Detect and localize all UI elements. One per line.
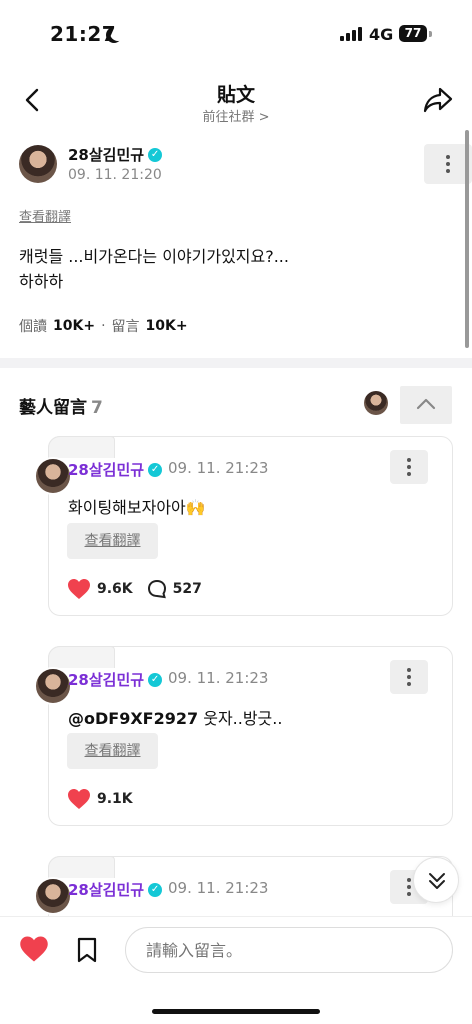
comment-author-name: 28살김민규 xyxy=(68,671,145,689)
more-icon xyxy=(407,878,411,882)
post-body: 캐럿들 ...비가온다는 이야기가있지요?... 하하하 xyxy=(19,247,289,291)
collapse-button[interactable] xyxy=(400,386,452,424)
verified-icon: ✓ xyxy=(148,672,163,687)
comment-card-tab xyxy=(48,856,115,878)
comment-input[interactable] xyxy=(125,927,453,973)
status-bar: 21:27 4G 77 xyxy=(0,0,472,64)
artist-avatar[interactable] xyxy=(364,391,388,415)
chevron-up-icon xyxy=(416,398,436,410)
comment-stats: 9.6K 527 xyxy=(67,578,202,600)
go-to-community-link[interactable]: 前往社群 > xyxy=(0,106,472,125)
chevron-down-icon xyxy=(429,873,445,889)
verified-icon: ✓ xyxy=(148,882,163,897)
avatar[interactable] xyxy=(34,667,72,705)
post-stats: 個讀 10K+ · 留言 10K+ xyxy=(19,316,188,336)
more-icon xyxy=(407,458,411,462)
translate-button[interactable]: 查看翻譯 xyxy=(67,523,158,559)
comment-author-name: 28살김민규 xyxy=(68,461,145,479)
comment-author-name: 28살김민규 xyxy=(68,881,145,899)
more-icon xyxy=(407,668,411,672)
verified-icon: ✓ xyxy=(148,462,163,477)
comment-stats: 9.1K xyxy=(67,788,133,810)
comments-count: 10K+ xyxy=(145,318,188,334)
bookmark-icon xyxy=(77,937,97,963)
home-indicator[interactable] xyxy=(152,1009,320,1014)
comment-timestamp: 09. 11. 21:23 xyxy=(168,879,269,897)
comment-card-tab xyxy=(48,646,115,668)
like-button[interactable] xyxy=(19,935,49,963)
signal-icon xyxy=(340,27,362,41)
scrollbar[interactable] xyxy=(465,130,469,348)
divider xyxy=(0,358,472,368)
network-type: 4G xyxy=(369,25,394,44)
like-count: 9.1K xyxy=(97,791,133,807)
post-timestamp: 09. 11. 21:20 xyxy=(68,167,162,183)
comment-author[interactable]: 28살김민규 ✓ xyxy=(68,459,163,480)
views-count: 10K+ xyxy=(53,318,96,334)
section-title-text: 藝人留言 xyxy=(19,398,87,418)
comment-more-button[interactable] xyxy=(390,450,428,484)
comment-text: 화이팅해보자아아🙌 xyxy=(68,498,206,517)
heart-icon xyxy=(20,936,48,962)
mention[interactable]: @oDF9XF2927 xyxy=(68,709,198,728)
comment-text-body: 웃자..방긋.. xyxy=(198,709,283,728)
comment-text: @oDF9XF2927 웃자..방긋.. xyxy=(68,705,282,729)
comment-author[interactable]: 28살김민규 ✓ xyxy=(68,879,163,900)
artist-comments-title: 藝人留言 7 xyxy=(19,393,103,418)
avatar[interactable] xyxy=(19,145,57,183)
battery-icon: 77 xyxy=(399,25,427,42)
heart-icon[interactable] xyxy=(67,578,91,600)
translate-button[interactable]: 查看翻譯 xyxy=(67,733,158,769)
comment-author[interactable]: 28살김민규 ✓ xyxy=(68,669,163,690)
bookmark-button[interactable] xyxy=(75,937,99,963)
avatar[interactable] xyxy=(34,457,72,495)
comment-icon[interactable] xyxy=(147,579,167,599)
avatar[interactable] xyxy=(34,877,72,915)
reply-count: 527 xyxy=(172,581,202,597)
comment-timestamp: 09. 11. 21:23 xyxy=(168,459,269,477)
comments-label: 留言 xyxy=(111,319,140,335)
header: 貼文 前往社群 > xyxy=(0,70,472,130)
more-icon xyxy=(446,155,450,159)
heart-icon[interactable] xyxy=(67,788,91,810)
page-title: 貼文 xyxy=(216,84,255,106)
comment-more-button[interactable] xyxy=(390,660,428,694)
post-author[interactable]: 28살김민규 ✓ xyxy=(68,144,163,165)
share-button[interactable] xyxy=(422,85,454,115)
moon-icon xyxy=(110,25,126,41)
scroll-down-button[interactable] xyxy=(413,857,459,903)
comment-card-tab xyxy=(48,436,115,458)
views-label: 個讀 xyxy=(19,319,47,335)
battery-tip xyxy=(429,31,432,37)
status-time: 21:27 xyxy=(50,22,117,46)
translate-link[interactable]: 查看翻譯 xyxy=(19,206,71,225)
comment-timestamp: 09. 11. 21:23 xyxy=(168,669,269,687)
stat-separator: · xyxy=(101,318,106,334)
like-count: 9.6K xyxy=(97,581,133,597)
verified-icon: ✓ xyxy=(148,147,163,162)
bottom-bar xyxy=(0,916,472,1024)
share-icon xyxy=(423,87,453,113)
artist-comments-count: 7 xyxy=(91,398,103,418)
author-name: 28살김민규 xyxy=(68,146,145,164)
